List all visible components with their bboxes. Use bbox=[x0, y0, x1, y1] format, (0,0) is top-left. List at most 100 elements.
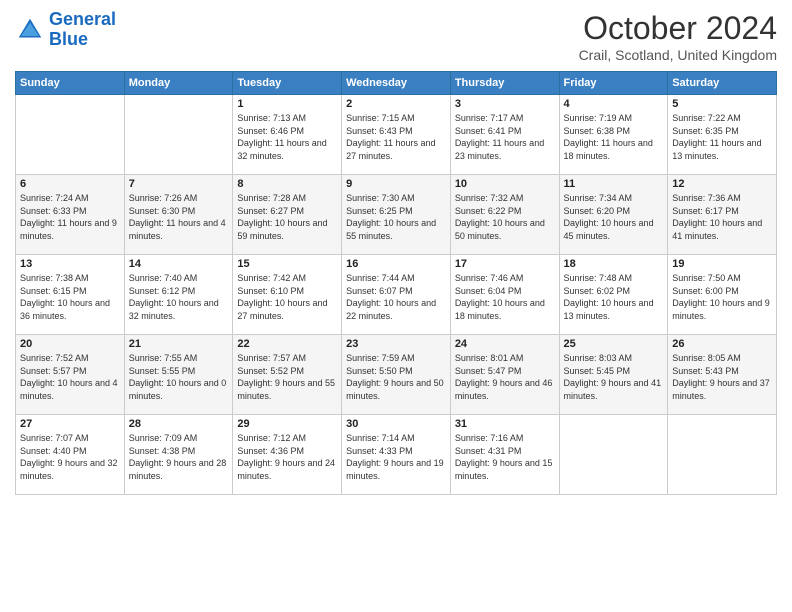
daylight-text: Daylight: 10 hours and 22 minutes. bbox=[346, 297, 446, 322]
sunrise-text: Sunrise: 7:14 AM bbox=[346, 432, 446, 445]
day-number: 10 bbox=[455, 178, 555, 190]
header-cell-monday: Monday bbox=[124, 72, 233, 95]
daylight-text: Daylight: 10 hours and 27 minutes. bbox=[237, 297, 337, 322]
day-info: Sunrise: 7:26 AMSunset: 6:30 PMDaylight:… bbox=[129, 192, 229, 242]
daylight-text: Daylight: 10 hours and 4 minutes. bbox=[20, 377, 120, 402]
sunset-text: Sunset: 5:47 PM bbox=[455, 365, 555, 378]
sunset-text: Sunset: 6:27 PM bbox=[237, 205, 337, 218]
day-info: Sunrise: 7:52 AMSunset: 5:57 PMDaylight:… bbox=[20, 352, 120, 402]
sunrise-text: Sunrise: 7:40 AM bbox=[129, 272, 229, 285]
day-info: Sunrise: 7:44 AMSunset: 6:07 PMDaylight:… bbox=[346, 272, 446, 322]
day-cell: 3Sunrise: 7:17 AMSunset: 6:41 PMDaylight… bbox=[450, 95, 559, 175]
day-info: Sunrise: 7:48 AMSunset: 6:02 PMDaylight:… bbox=[564, 272, 664, 322]
sunrise-text: Sunrise: 7:48 AM bbox=[564, 272, 664, 285]
day-info: Sunrise: 7:36 AMSunset: 6:17 PMDaylight:… bbox=[672, 192, 772, 242]
day-number: 8 bbox=[237, 178, 337, 190]
day-cell: 2Sunrise: 7:15 AMSunset: 6:43 PMDaylight… bbox=[342, 95, 451, 175]
daylight-text: Daylight: 10 hours and 13 minutes. bbox=[564, 297, 664, 322]
sunset-text: Sunset: 6:10 PM bbox=[237, 285, 337, 298]
sunrise-text: Sunrise: 7:46 AM bbox=[455, 272, 555, 285]
daylight-text: Daylight: 10 hours and 9 minutes. bbox=[672, 297, 772, 322]
week-row-3: 13Sunrise: 7:38 AMSunset: 6:15 PMDayligh… bbox=[16, 255, 777, 335]
day-cell: 9Sunrise: 7:30 AMSunset: 6:25 PMDaylight… bbox=[342, 175, 451, 255]
daylight-text: Daylight: 11 hours and 4 minutes. bbox=[129, 217, 229, 242]
day-cell: 24Sunrise: 8:01 AMSunset: 5:47 PMDayligh… bbox=[450, 335, 559, 415]
header: General Blue October 2024 Crail, Scotlan… bbox=[15, 10, 777, 63]
sunset-text: Sunset: 4:36 PM bbox=[237, 445, 337, 458]
sunrise-text: Sunrise: 8:01 AM bbox=[455, 352, 555, 365]
daylight-text: Daylight: 9 hours and 37 minutes. bbox=[672, 377, 772, 402]
day-info: Sunrise: 7:55 AMSunset: 5:55 PMDaylight:… bbox=[129, 352, 229, 402]
daylight-text: Daylight: 10 hours and 41 minutes. bbox=[672, 217, 772, 242]
sunrise-text: Sunrise: 7:34 AM bbox=[564, 192, 664, 205]
day-cell bbox=[668, 415, 777, 495]
day-cell: 16 Sunrise: 7:44 AMSunset: 6:07 PMDayligh… bbox=[342, 255, 451, 335]
day-number: 16 bbox=[346, 258, 446, 270]
sunrise-text: Sunrise: 7:38 AM bbox=[20, 272, 120, 285]
day-number: 28 bbox=[129, 418, 229, 430]
logo-icon bbox=[15, 15, 45, 45]
logo: General Blue bbox=[15, 10, 116, 50]
header-cell-sunday: Sunday bbox=[16, 72, 125, 95]
day-cell: 27 Sunrise: 7:07 AMSunset: 4:40 PMDayligh… bbox=[16, 415, 125, 495]
day-cell: 13Sunrise: 7:38 AMSunset: 6:15 PMDayligh… bbox=[16, 255, 125, 335]
day-cell bbox=[559, 415, 668, 495]
day-cell: 15Sunrise: 7:42 AMSunset: 6:10 PMDayligh… bbox=[233, 255, 342, 335]
day-cell: 18Sunrise: 7:48 AMSunset: 6:02 PMDayligh… bbox=[559, 255, 668, 335]
day-cell bbox=[16, 95, 125, 175]
day-info: Sunrise: 7:32 AMSunset: 6:22 PMDaylight:… bbox=[455, 192, 555, 242]
header-row: SundayMondayTuesdayWednesdayThursdayFrid… bbox=[16, 72, 777, 95]
week-row-2: 6Sunrise: 7:24 AMSunset: 6:33 PMDaylight… bbox=[16, 175, 777, 255]
sunrise-text: Sunrise: 8:03 AM bbox=[564, 352, 664, 365]
day-cell: 28Sunrise: 7:09 AMSunset: 4:38 PMDayligh… bbox=[124, 415, 233, 495]
sunset-text: Sunset: 6:46 PM bbox=[237, 125, 337, 138]
sunset-text: Sunset: 6:22 PM bbox=[455, 205, 555, 218]
day-number: 31 bbox=[455, 418, 555, 430]
day-number: 14 bbox=[129, 258, 229, 270]
sunrise-text: Sunrise: 7:57 AM bbox=[237, 352, 337, 365]
month-title: October 2024 bbox=[579, 10, 777, 47]
sunrise-text: Sunrise: 7:09 AM bbox=[129, 432, 229, 445]
day-number: 27 bbox=[20, 418, 120, 430]
sunset-text: Sunset: 5:43 PM bbox=[672, 365, 772, 378]
day-cell: 31Sunrise: 7:16 AMSunset: 4:31 PMDayligh… bbox=[450, 415, 559, 495]
day-number: 26 bbox=[672, 338, 772, 350]
day-number: 6 bbox=[20, 178, 120, 190]
logo-text: General Blue bbox=[49, 10, 116, 50]
sunset-text: Sunset: 6:02 PM bbox=[564, 285, 664, 298]
sunset-text: Sunset: 5:55 PM bbox=[129, 365, 229, 378]
day-cell: 19Sunrise: 7:50 AMSunset: 6:00 PMDayligh… bbox=[668, 255, 777, 335]
day-info: Sunrise: 8:03 AMSunset: 5:45 PMDaylight:… bbox=[564, 352, 664, 402]
day-cell: 25Sunrise: 8:03 AMSunset: 5:45 PMDayligh… bbox=[559, 335, 668, 415]
day-number: 5 bbox=[672, 98, 772, 110]
day-cell: 10 Sunrise: 7:32 AMSunset: 6:22 PMDayligh… bbox=[450, 175, 559, 255]
day-info: Sunrise: 7:07 AMSunset: 4:40 PMDaylight:… bbox=[20, 432, 120, 482]
sunrise-text: Sunrise: 7:44 AM bbox=[346, 272, 446, 285]
daylight-text: Daylight: 9 hours and 41 minutes. bbox=[564, 377, 664, 402]
sunrise-text: Sunrise: 7:52 AM bbox=[20, 352, 120, 365]
header-cell-friday: Friday bbox=[559, 72, 668, 95]
day-number: 3 bbox=[455, 98, 555, 110]
sunrise-text: Sunrise: 7:55 AM bbox=[129, 352, 229, 365]
daylight-text: Daylight: 11 hours and 32 minutes. bbox=[237, 137, 337, 162]
location-subtitle: Crail, Scotland, United Kingdom bbox=[579, 47, 777, 63]
day-cell: 21Sunrise: 7:55 AMSunset: 5:55 PMDayligh… bbox=[124, 335, 233, 415]
daylight-text: Daylight: 9 hours and 15 minutes. bbox=[455, 457, 555, 482]
day-number: 2 bbox=[346, 98, 446, 110]
sunset-text: Sunset: 5:45 PM bbox=[564, 365, 664, 378]
calendar-table: SundayMondayTuesdayWednesdayThursdayFrid… bbox=[15, 71, 777, 495]
day-number: 30 bbox=[346, 418, 446, 430]
sunset-text: Sunset: 5:57 PM bbox=[20, 365, 120, 378]
day-info: Sunrise: 8:01 AMSunset: 5:47 PMDaylight:… bbox=[455, 352, 555, 402]
sunrise-text: Sunrise: 7:28 AM bbox=[237, 192, 337, 205]
sunset-text: Sunset: 6:25 PM bbox=[346, 205, 446, 218]
day-number: 15 bbox=[237, 258, 337, 270]
daylight-text: Daylight: 9 hours and 32 minutes. bbox=[20, 457, 120, 482]
daylight-text: Daylight: 10 hours and 36 minutes. bbox=[20, 297, 120, 322]
calendar-page: General Blue October 2024 Crail, Scotlan… bbox=[0, 0, 792, 612]
day-info: Sunrise: 7:50 AMSunset: 6:00 PMDaylight:… bbox=[672, 272, 772, 322]
day-info: Sunrise: 7:40 AMSunset: 6:12 PMDaylight:… bbox=[129, 272, 229, 322]
day-cell: 30Sunrise: 7:14 AMSunset: 4:33 PMDayligh… bbox=[342, 415, 451, 495]
day-number: 7 bbox=[129, 178, 229, 190]
day-cell: 14 Sunrise: 7:40 AMSunset: 6:12 PMDayligh… bbox=[124, 255, 233, 335]
